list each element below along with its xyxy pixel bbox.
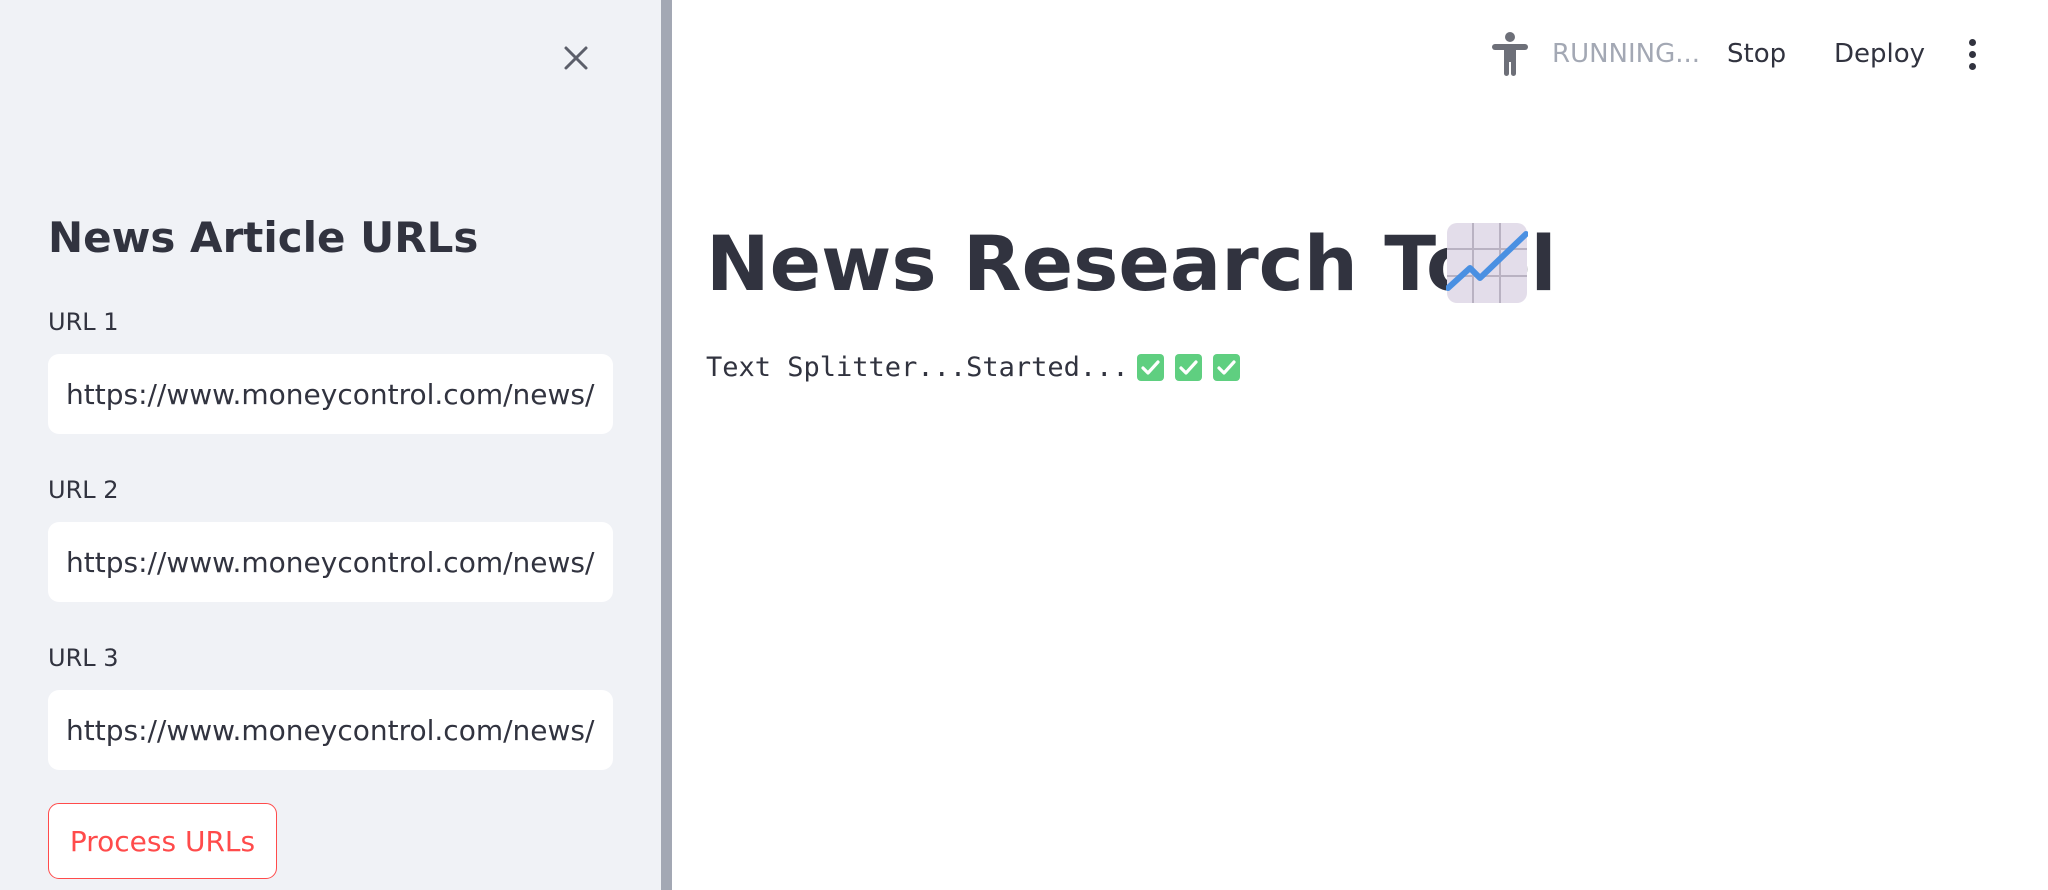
url-3-label: URL 3 — [48, 644, 119, 672]
close-sidebar-button[interactable] — [556, 38, 596, 78]
running-person-icon — [1492, 32, 1528, 76]
main-menu-button[interactable] — [1956, 33, 1988, 75]
process-urls-button[interactable]: Process URLs — [48, 803, 277, 879]
running-status-text: RUNNING... — [1552, 39, 1701, 69]
url-1-input[interactable] — [48, 354, 613, 434]
url-3-input[interactable] — [48, 690, 613, 770]
url-2-label: URL 2 — [48, 476, 119, 504]
more-vertical-icon — [1968, 38, 1976, 46]
sidebar-resize-handle[interactable] — [661, 0, 672, 890]
sidebar-title: News Article URLs — [48, 213, 479, 262]
status-text: Text Splitter...Started... — [706, 351, 1129, 383]
chart-increasing-icon — [1446, 223, 1528, 303]
check-mark-button-icon — [1212, 353, 1240, 381]
page-title: News Research Tool — [706, 219, 1557, 308]
url-2-input[interactable] — [48, 522, 613, 602]
deploy-button[interactable]: Deploy — [1834, 32, 1925, 76]
stop-button[interactable]: Stop — [1727, 32, 1786, 76]
check-mark-button-icon — [1136, 353, 1164, 381]
sidebar: News Article URLs URL 1 URL 2 URL 3 Proc… — [0, 0, 661, 890]
streamlit-app: News Article URLs URL 1 URL 2 URL 3 Proc… — [0, 0, 2048, 890]
close-icon — [564, 46, 588, 70]
status-line: Text Splitter...Started... — [706, 350, 1240, 384]
check-mark-button-icon — [1174, 353, 1202, 381]
url-1-label: URL 1 — [48, 308, 119, 336]
